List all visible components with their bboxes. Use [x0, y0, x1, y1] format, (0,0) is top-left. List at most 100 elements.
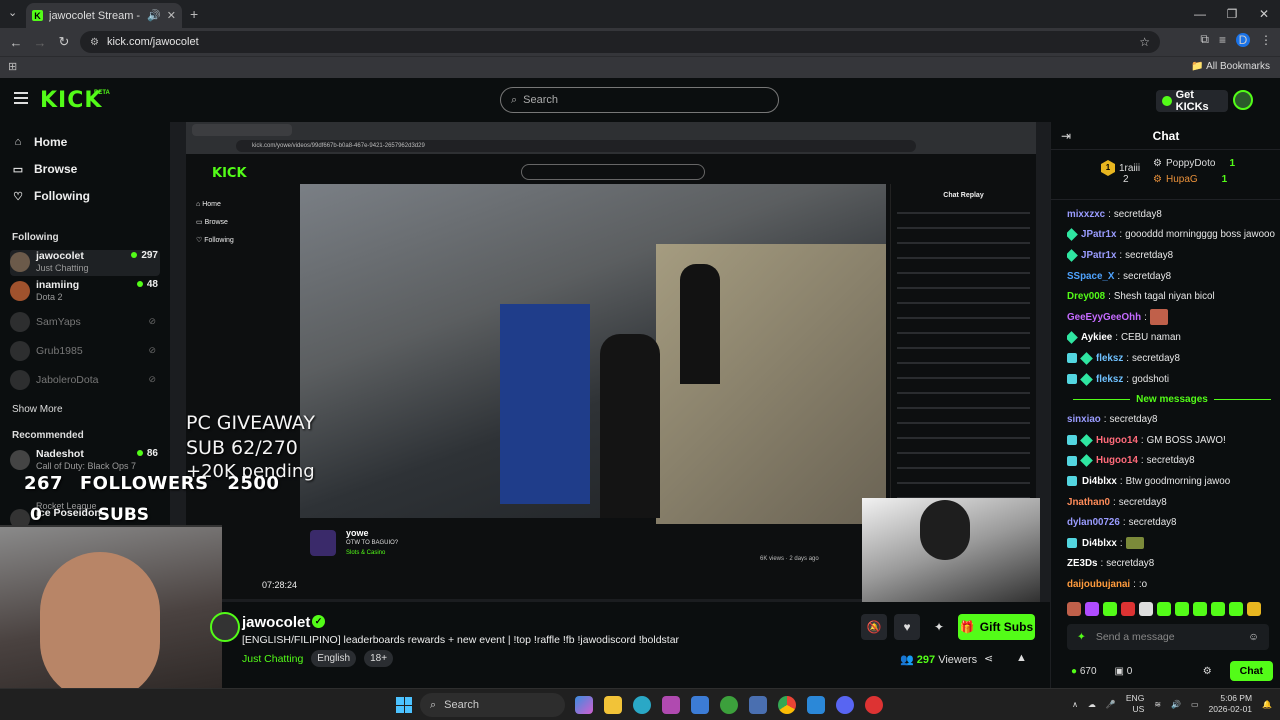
chat-message[interactable]: SSpace_X: secretday8 [1067, 266, 1277, 287]
bookmark-star-icon[interactable]: ☆ [1139, 35, 1150, 49]
emote-icon[interactable] [1157, 602, 1171, 616]
chat-message[interactable]: Di4blxx: Btw goodmorning jawoo [1067, 471, 1277, 492]
language-indicator[interactable]: ENG US [1126, 693, 1144, 715]
channel-name[interactable]: jawocolet [242, 614, 310, 631]
clock[interactable]: 5:06 PM 2026-02-01 [1209, 693, 1252, 715]
file-explorer-icon[interactable] [604, 696, 622, 714]
search-input[interactable]: ⌕ Search [500, 87, 779, 113]
kicks-sparkle-icon[interactable]: ✦ [1077, 631, 1086, 643]
sidebar-channel-jawocolet[interactable]: jawocolet Just Chatting 297 [10, 250, 160, 276]
chat-username[interactable]: Hugoo14 [1096, 455, 1138, 466]
media-icon[interactable]: ≡ [1219, 33, 1226, 47]
emoji-icon[interactable]: ☺ [1248, 631, 1259, 643]
battery-icon[interactable]: ▭ [1191, 700, 1199, 709]
new-messages-divider[interactable]: New messages [1067, 389, 1277, 409]
chat-message[interactable]: mixxzxc: secretday8 [1067, 204, 1277, 225]
sidebar-nav-home[interactable]: ⌂ Home [12, 135, 68, 149]
category-link[interactable]: Just Chatting [242, 653, 303, 665]
emote-icon[interactable] [1139, 602, 1153, 616]
emote-icon[interactable] [1211, 602, 1225, 616]
windows-start-icon[interactable] [396, 697, 412, 713]
notepad-icon[interactable] [807, 696, 825, 714]
store-icon[interactable] [691, 696, 709, 714]
kicks-button[interactable]: ✦ [926, 614, 952, 640]
emote-icon[interactable] [1085, 602, 1099, 616]
chat-username[interactable]: Aykiee [1081, 332, 1112, 343]
tab-close-icon[interactable]: ✕ [167, 9, 176, 22]
chat-username[interactable]: sinxiao [1067, 414, 1101, 425]
chat-username[interactable]: JPatr1x [1081, 229, 1116, 240]
chat-username[interactable]: Drey008 [1067, 291, 1105, 302]
chat-username[interactable]: ZE3Ds [1067, 558, 1098, 569]
chat-message[interactable]: fleksz: secretday8 [1067, 348, 1277, 369]
chat-username[interactable]: Di4blxx [1082, 476, 1117, 487]
sidebar-channel-inamiing[interactable]: inamiing Dota 2 48 [10, 279, 160, 305]
leader-name[interactable]: PoppyDoto [1166, 158, 1215, 169]
emote-icon[interactable] [1103, 602, 1117, 616]
chat-username[interactable]: daijoubujanai [1067, 579, 1130, 590]
new-tab-icon[interactable]: + [190, 6, 198, 22]
chat-username[interactable]: fleksz [1096, 374, 1123, 385]
share-icon[interactable]: ⋖ [984, 652, 993, 665]
leader-name[interactable]: HupaG [1166, 174, 1198, 185]
send-chat-button[interactable]: Chat [1229, 661, 1273, 681]
chat-message[interactable]: GeeEyyGeeOhh: [1067, 307, 1277, 328]
extensions-icon[interactable]: ⧉ [1200, 32, 1209, 47]
chat-username[interactable]: Jnathan0 [1067, 497, 1110, 508]
user-avatar[interactable] [1233, 90, 1253, 110]
video-player[interactable]: kick.com/yowe/videos/99df667b-b0a8-467e-… [170, 122, 1050, 602]
chat-message[interactable]: JPatr1x: goooddd morningggg boss jawooo [1067, 225, 1277, 246]
sidebar-channel-grub1985[interactable]: Grub1985 ⊘ [10, 339, 160, 365]
chat-message[interactable]: Hugoo14: GM BOSS JAWO! [1067, 430, 1277, 451]
back-icon[interactable]: ← [4, 35, 28, 50]
chat-username[interactable]: SSpace_X [1067, 271, 1114, 282]
leader-name[interactable]: 1raiii [1119, 163, 1140, 174]
volume-icon[interactable]: 🔊 [1171, 700, 1181, 709]
chat-message[interactable]: dylan00726: secretday8 [1067, 512, 1277, 533]
chat-username[interactable]: mixxzxc [1067, 209, 1105, 220]
tab-audio-icon[interactable]: 🔊 [147, 9, 161, 22]
chat-message[interactable]: Jnathan0: secretday8 [1067, 492, 1277, 513]
sidebar-channel-samyaps[interactable]: SamYaps ⊘ [10, 310, 160, 336]
mic-icon[interactable]: 🎤 [1106, 700, 1116, 709]
forward-icon[interactable]: → [28, 35, 52, 50]
tray-chevron-icon[interactable]: ∧ [1072, 700, 1078, 709]
chat-message[interactable]: Di4blxx: [1067, 533, 1277, 554]
get-kicks-button[interactable]: Get KICKs [1156, 89, 1228, 113]
copilot-icon[interactable] [575, 696, 593, 714]
chat-message[interactable]: fleksz: godshoti [1067, 369, 1277, 390]
chat-username[interactable]: fleksz [1096, 353, 1123, 364]
apps-grid-icon[interactable]: ⊞ [8, 60, 17, 73]
site-info-icon[interactable]: ⚙ [90, 37, 99, 48]
reload-icon[interactable]: ↻ [52, 34, 76, 50]
kicks-balance[interactable]: ● 670 [1071, 666, 1097, 677]
report-icon[interactable]: ▲ [1016, 652, 1027, 664]
chat-message[interactable]: Aykiee: CEBU naman [1067, 328, 1277, 349]
menu-icon[interactable]: ⋮ [1260, 33, 1272, 47]
notifications-off-button[interactable]: 🔕 [861, 614, 887, 640]
wifi-icon[interactable]: ≋ [1154, 700, 1161, 709]
close-window-icon[interactable]: ✕ [1248, 0, 1280, 28]
emote-icon[interactable] [1175, 602, 1189, 616]
chat-message[interactable]: ZE3Ds: secretday8 [1067, 554, 1277, 575]
profile-avatar[interactable]: D [1236, 32, 1250, 47]
notification-icon[interactable]: 🔔 [1262, 700, 1272, 709]
channel-avatar[interactable] [210, 612, 240, 642]
minimize-icon[interactable]: — [1184, 0, 1216, 28]
show-more-link[interactable]: Show More [12, 404, 63, 415]
chat-input[interactable]: ✦ Send a message ☺ [1067, 624, 1269, 650]
sidebar-nav-following[interactable]: ♡ Following [12, 189, 90, 203]
sidebar-channel-nadeshot[interactable]: Nadeshot Call of Duty: Black Ops 7 86 [10, 448, 160, 474]
emote-icon[interactable] [1121, 602, 1135, 616]
tag-english[interactable]: English [311, 650, 357, 667]
hamburger-menu-icon[interactable] [14, 92, 28, 104]
browser-tab[interactable]: K jawocolet Stream - Watch Liv 🔊 ✕ [26, 3, 182, 28]
emote-icon[interactable] [1193, 602, 1207, 616]
xbox-icon[interactable] [720, 696, 738, 714]
chat-username[interactable]: Di4blxx [1082, 538, 1117, 549]
edge-icon[interactable] [633, 696, 651, 714]
emote-icon[interactable] [1229, 602, 1243, 616]
all-bookmarks[interactable]: 📁 All Bookmarks [1191, 61, 1270, 72]
follow-heart-button[interactable]: ♥ [894, 614, 920, 640]
chat-username[interactable]: Hugoo14 [1096, 435, 1138, 446]
